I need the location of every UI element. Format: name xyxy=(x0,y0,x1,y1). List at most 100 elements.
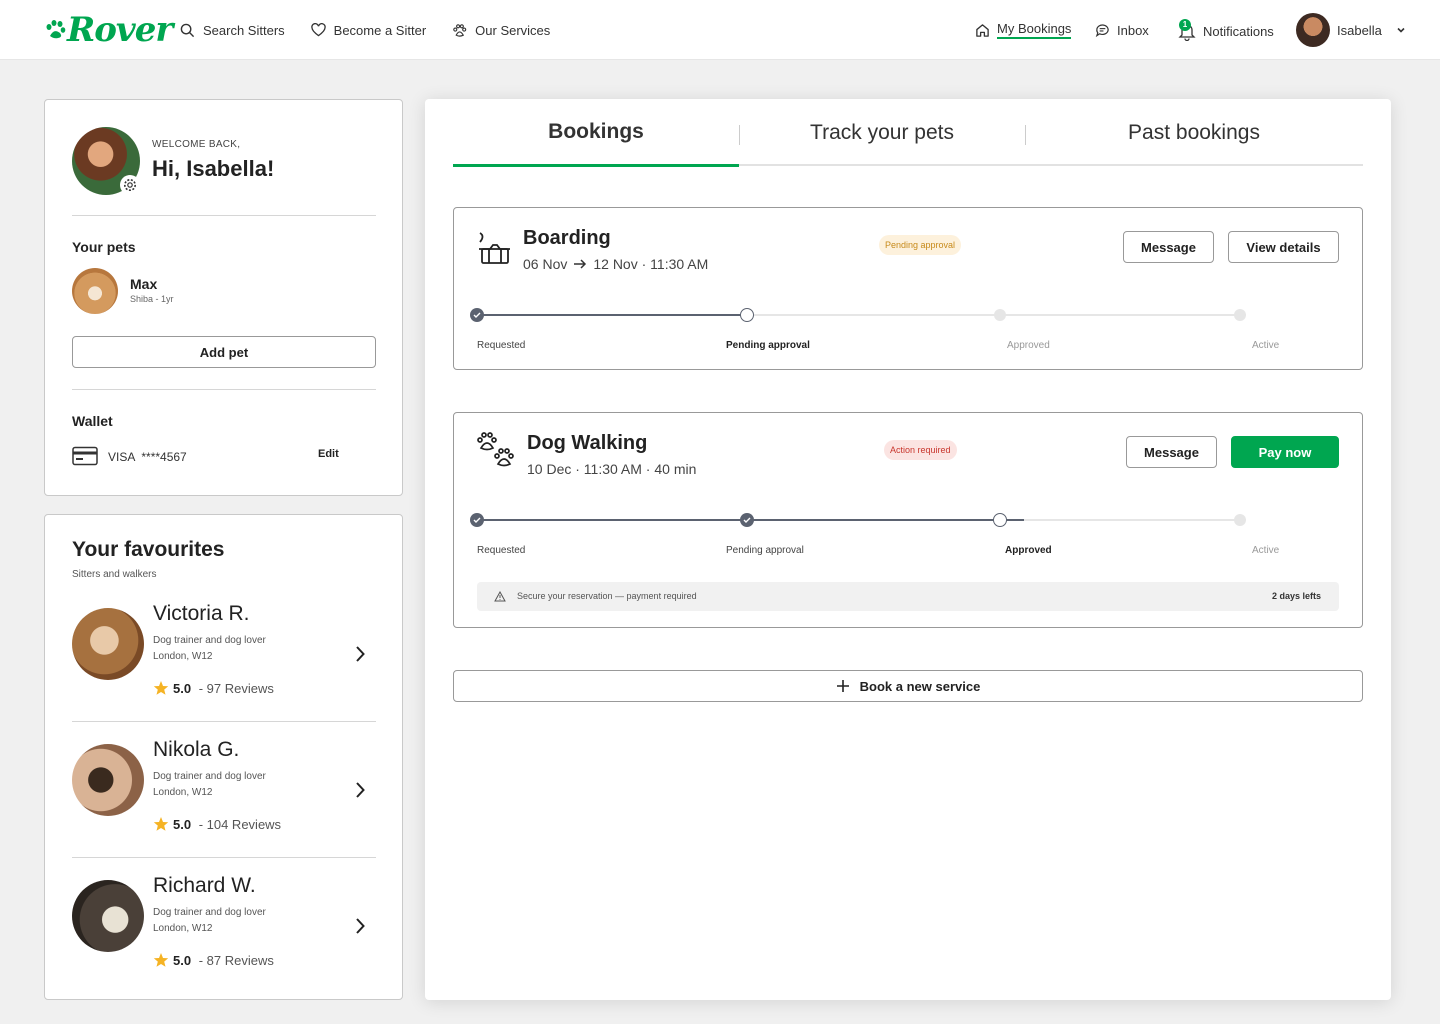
book-new-service-button[interactable]: Book a new service xyxy=(453,670,1363,702)
nav-inbox-label: Inbox xyxy=(1117,22,1149,38)
step-label-pending: Pending approval xyxy=(726,340,810,351)
bookings-tabs: Bookings Track your pets Past bookings xyxy=(453,99,1363,167)
brand-name: Rover xyxy=(67,10,173,50)
step-label-approved: Approved xyxy=(1007,340,1050,351)
star-icon xyxy=(153,817,169,831)
sitter-name: Nikola G. xyxy=(153,738,240,761)
star-icon xyxy=(153,681,169,695)
rating-score: 5.0 xyxy=(173,816,192,832)
settings-badge[interactable] xyxy=(120,175,140,195)
step-done-marker xyxy=(470,308,484,322)
booking-date-to: 12 Nov · 11:30 AM xyxy=(593,256,709,272)
review-count: - 97 Reviews xyxy=(195,680,274,696)
status-badge: Action required xyxy=(884,440,957,460)
nav-become-sitter[interactable]: Become a Sitter xyxy=(310,19,426,41)
sitter-rating: 5.0 - 87 Reviews xyxy=(153,952,274,968)
sitter-photo xyxy=(72,744,144,816)
view-details-button[interactable]: View details xyxy=(1228,231,1339,263)
sitter-description: Dog trainer and dog lover London, W12 xyxy=(153,905,266,937)
arrow-right-icon xyxy=(574,259,587,269)
favourites-card: Your favourites Sitters and walkers Vict… xyxy=(44,514,403,1000)
sitter-bio: Dog trainer and dog lover xyxy=(153,635,266,646)
profile-card: WELCOME BACK, Hi, Isabella! Your pets Ma… xyxy=(44,99,403,496)
gear-icon xyxy=(124,179,136,191)
home-icon xyxy=(976,23,989,37)
saved-card: VISA ****4567 xyxy=(108,450,187,464)
tab-past-bookings[interactable]: Past bookings xyxy=(1025,99,1363,166)
tab-bookings[interactable]: Bookings xyxy=(453,99,739,167)
message-button[interactable]: Message xyxy=(1123,231,1214,263)
step-label-pending: Pending approval xyxy=(726,545,804,556)
boarding-kennel-icon xyxy=(479,232,510,264)
nav-inbox[interactable]: Inbox xyxy=(1095,19,1149,41)
tab-track-your-pets[interactable]: Track your pets xyxy=(739,99,1025,166)
paw-prints-icon xyxy=(477,432,514,467)
status-badge: Pending approval xyxy=(879,235,962,255)
your-pets-heading: Your pets xyxy=(72,239,136,255)
pet-name: Max xyxy=(130,276,158,292)
warning-icon xyxy=(494,591,506,602)
step-current-marker xyxy=(740,308,754,322)
divider xyxy=(72,215,376,216)
rover-logo[interactable]: Rover xyxy=(44,10,173,50)
add-pet-button[interactable]: Add pet xyxy=(72,336,376,368)
step-label-approved: Approved xyxy=(1005,545,1052,556)
greeting-title: Hi, Isabella! xyxy=(152,156,275,181)
chevron-right-icon[interactable] xyxy=(353,916,367,936)
user-name: Isabella xyxy=(1337,22,1382,38)
step-todo-marker xyxy=(994,309,1006,321)
step-label-requested: Requested xyxy=(477,340,526,351)
chevron-right-icon[interactable] xyxy=(353,644,367,664)
progress-fill xyxy=(477,314,749,316)
favourite-sitter-victoria[interactable]: Victoria R. Dog trainer and dog lover Lo… xyxy=(45,602,404,744)
booking-card-boarding: Boarding 06 Nov 12 Nov · 11:30 AM Pendin… xyxy=(453,207,1363,370)
booking-progress-track xyxy=(470,513,1246,527)
step-label-active: Active xyxy=(1252,545,1280,556)
favourite-sitter-richard[interactable]: Richard W. Dog trainer and dog lover Lon… xyxy=(45,874,404,1016)
pet-avatar[interactable] xyxy=(72,268,118,314)
search-icon xyxy=(180,23,195,37)
nav-bookings-label: My Bookings xyxy=(997,21,1072,39)
edit-wallet-link[interactable]: Edit xyxy=(318,448,339,460)
chat-bubble-icon xyxy=(1095,23,1109,37)
sitter-description: Dog trainer and dog lover London, W12 xyxy=(153,633,266,665)
divider xyxy=(72,389,376,390)
message-button[interactable]: Message xyxy=(1126,436,1217,468)
favourite-sitter-nikola[interactable]: Nikola G. Dog trainer and dog lover Lond… xyxy=(45,738,404,880)
bookings-panel: Bookings Track your pets Past bookings B… xyxy=(425,99,1391,1000)
rating-score: 5.0 xyxy=(173,952,192,968)
payment-notice: Secure your reservation — payment requir… xyxy=(477,582,1339,611)
rating-score: 5.0 xyxy=(173,680,192,696)
chevron-down-icon xyxy=(1397,27,1405,33)
step-label-requested: Requested xyxy=(477,545,526,556)
booking-title: Dog Walking xyxy=(527,432,648,454)
review-count: - 87 Reviews xyxy=(195,952,274,968)
step-todo-marker xyxy=(1234,309,1246,321)
sitter-location: London, W12 xyxy=(153,923,213,934)
sitter-name: Victoria R. xyxy=(153,602,250,625)
heart-icon xyxy=(310,23,326,37)
sitter-location: London, W12 xyxy=(153,651,213,662)
sitter-description: Dog trainer and dog lover London, W12 xyxy=(153,769,266,801)
step-label-active: Active xyxy=(1252,340,1280,351)
book-new-label: Book a new service xyxy=(859,678,981,694)
booking-dates: 06 Nov 12 Nov · 11:30 AM xyxy=(523,256,708,272)
step-todo-marker xyxy=(1234,514,1246,526)
sitter-name: Richard W. xyxy=(153,874,256,897)
pay-now-button[interactable]: Pay now xyxy=(1231,436,1339,468)
favourites-heading: Your favourites xyxy=(72,538,225,561)
nav-my-bookings[interactable]: My Bookings xyxy=(975,19,1072,41)
notification-count-badge: 1 xyxy=(1179,19,1191,31)
nav-notifications[interactable]: 1 Notifications xyxy=(1178,19,1274,42)
nav-search-sitters[interactable]: Search Sitters xyxy=(180,19,285,41)
booking-title: Boarding xyxy=(523,227,611,249)
paw-logo-icon xyxy=(46,20,66,39)
star-icon xyxy=(153,953,169,967)
nav-our-services[interactable]: Our Services xyxy=(452,19,550,41)
chevron-right-icon[interactable] xyxy=(353,780,367,800)
user-menu[interactable]: Isabella xyxy=(1296,12,1407,48)
booking-date-from: 06 Nov xyxy=(523,256,568,272)
nav-notifications-label: Notifications xyxy=(1203,23,1274,39)
user-avatar xyxy=(1296,13,1330,47)
notice-text: Secure your reservation — payment requir… xyxy=(517,591,697,601)
